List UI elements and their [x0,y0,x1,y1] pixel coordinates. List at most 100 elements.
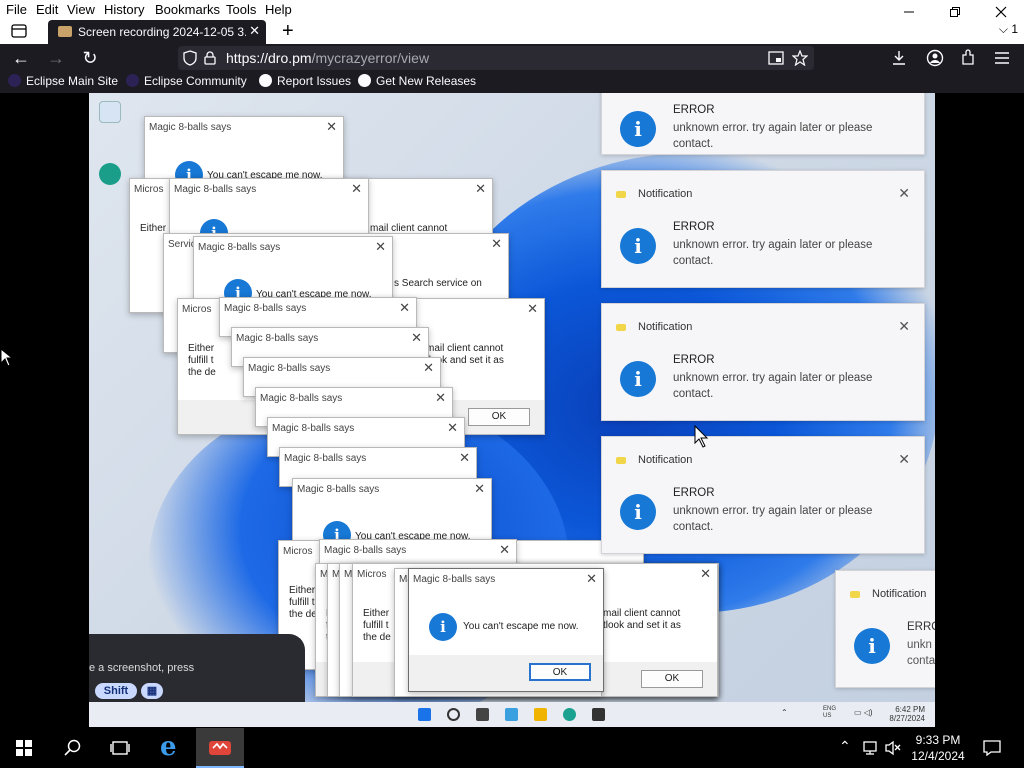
network-icon[interactable] [862,740,880,756]
tab-close-icon[interactable]: ✕ [249,23,260,39]
close-icon[interactable]: ✕ [423,360,434,376]
search-icon [447,708,460,721]
close-icon[interactable]: ✕ [447,420,458,436]
account-icon[interactable] [926,49,944,67]
forward-arrow-icon: → [47,48,65,68]
close-icon[interactable]: ✕ [375,239,386,255]
url-path: /mycrazyerror/view [311,50,430,66]
tab-count-indicator[interactable]: ⌵ 1 [999,22,1018,37]
bookmark-label: Report Issues [277,74,352,88]
dialog-message: the de [289,609,317,620]
reload-icon: ↻ [82,48,98,68]
menu-tools[interactable]: Tools [226,2,256,17]
search-button[interactable] [48,728,96,768]
back-arrow-icon: ← [12,48,30,68]
menu-edit[interactable]: Edit [36,2,58,17]
taskbar-clock[interactable]: 9:33 PM 12/4/2024 [904,732,972,764]
navigation-bar: ← → ↻ https://dro.pm/mycrazyerror/view [0,44,1024,72]
magic-8-ball-dialog-front[interactable]: Magic 8-balls says ✕ i You can't escape … [408,568,604,692]
dialog-title: Magic 8-balls says [174,184,257,195]
list-all-tabs-button[interactable] [10,22,28,40]
back-button[interactable]: ← [10,48,32,68]
bookmark-eclipse-main-site[interactable]: Eclipse Main Site [8,74,118,88]
close-icon[interactable]: ✕ [411,330,422,346]
shift-key-chip: Shift [95,683,137,699]
dialog-title: Magic 8-balls says [260,393,343,404]
menu-bookmarks[interactable]: Bookmarks [155,2,220,17]
menu-view[interactable]: View [67,2,95,17]
close-icon[interactable]: ✕ [491,236,502,252]
error-notification[interactable]: Notification i ERRO unkn conta [835,570,935,688]
info-icon: i [429,613,457,641]
bookmark-report-issues[interactable]: Report Issues [259,74,351,88]
recycle-bin-desktop-icon [95,101,125,125]
close-icon[interactable]: ✕ [898,318,910,335]
close-icon[interactable]: ✕ [499,542,510,558]
extensions-icon[interactable] [960,49,976,67]
widgets-icon [505,708,518,721]
notification-heading: ERRO [907,621,935,633]
chevron-up-icon[interactable]: ⌃ [839,738,851,755]
start-button[interactable] [0,728,48,768]
chevron-down-icon: ⌵ [998,22,1008,36]
action-center-icon[interactable] [983,740,1001,756]
eclipse-icon [8,74,21,87]
menu-help[interactable]: Help [265,2,292,17]
close-icon[interactable]: ✕ [898,451,910,468]
menu-history[interactable]: History [104,2,144,17]
close-icon[interactable]: ✕ [700,566,711,582]
picture-in-picture-icon[interactable] [768,51,784,65]
notification-heading: ERROR [673,354,715,366]
new-tab-button[interactable]: + [282,21,294,41]
download-icon[interactable] [891,50,907,66]
magic-8-ball-dialog[interactable]: Magic 8-balls says ✕ i You can't escape m… [193,236,393,306]
error-notification[interactable]: i ERROR unknown error. try again later o… [601,93,925,155]
ok-button[interactable]: OK [529,663,591,681]
close-icon[interactable]: ✕ [898,185,910,202]
close-icon[interactable]: ✕ [326,119,337,135]
magic-8-ball-dialog[interactable]: Magic 8-balls says ✕ i You can't escape m… [292,478,492,548]
firefox-taskbar-button[interactable] [196,728,244,768]
chevron-up-icon: ⌃ [781,708,788,717]
notification-message: unknown error. try again later or please… [673,372,873,400]
menu-file[interactable]: File [6,2,27,17]
hamburger-menu-icon[interactable] [994,51,1010,65]
close-icon[interactable]: ✕ [351,181,362,197]
forward-button[interactable]: → [45,48,67,68]
store-icon [592,708,605,721]
magic-8-ball-dialog[interactable]: Magic 8-balls says ✕ i You can't escape m… [144,116,344,186]
file-explorer-icon [534,708,547,721]
url-bar[interactable]: https://dro.pm/mycrazyerror/view [178,46,814,70]
tab-strip: Screen recording 2024-12-05 3.5 ✕ + [0,20,1024,44]
close-icon[interactable]: ✕ [475,181,486,197]
volume-muted-icon[interactable] [884,740,902,756]
video-player[interactable]: Magic 8-balls says ✕ i You can't escape m… [89,93,935,727]
close-icon[interactable]: ✕ [527,301,538,317]
info-icon: i [620,361,656,397]
reload-button[interactable]: ↻ [79,48,101,68]
bookmark-star-icon[interactable] [792,50,808,66]
error-notification[interactable]: Notification ✕ i ERROR unknown error. tr… [601,436,925,554]
close-icon[interactable]: ✕ [474,481,485,497]
bookmark-eclipse-community[interactable]: Eclipse Community [126,74,247,88]
close-icon[interactable]: ✕ [399,300,410,316]
edge-icon [563,708,576,721]
close-icon[interactable]: ✕ [435,390,446,406]
task-view-button[interactable] [96,728,144,768]
task-view-icon [110,741,130,755]
error-notification[interactable]: Notification ✕ i ERROR unknown error. tr… [601,170,925,288]
ok-button[interactable]: OK [468,408,530,426]
tabs-list-icon [11,24,27,38]
error-notification[interactable]: Notification ✕ i ERROR unknown error. tr… [601,303,925,421]
dialog-message: fulfill t [289,597,315,608]
dialog-message: mail client cannot [426,343,504,354]
notification-heading: ERROR [673,104,715,116]
mouse-pointer-icon [0,348,14,367]
close-icon[interactable]: ✕ [586,571,597,587]
internet-explorer-button[interactable]: e [148,728,196,768]
ok-button[interactable]: OK [641,670,703,688]
bookmark-get-new-releases[interactable]: Get New Releases [358,74,476,88]
close-icon[interactable]: ✕ [459,450,470,466]
dialog-message: Either [188,343,215,354]
tab-screen-recording[interactable]: Screen recording 2024-12-05 3.5 ✕ [48,20,266,44]
